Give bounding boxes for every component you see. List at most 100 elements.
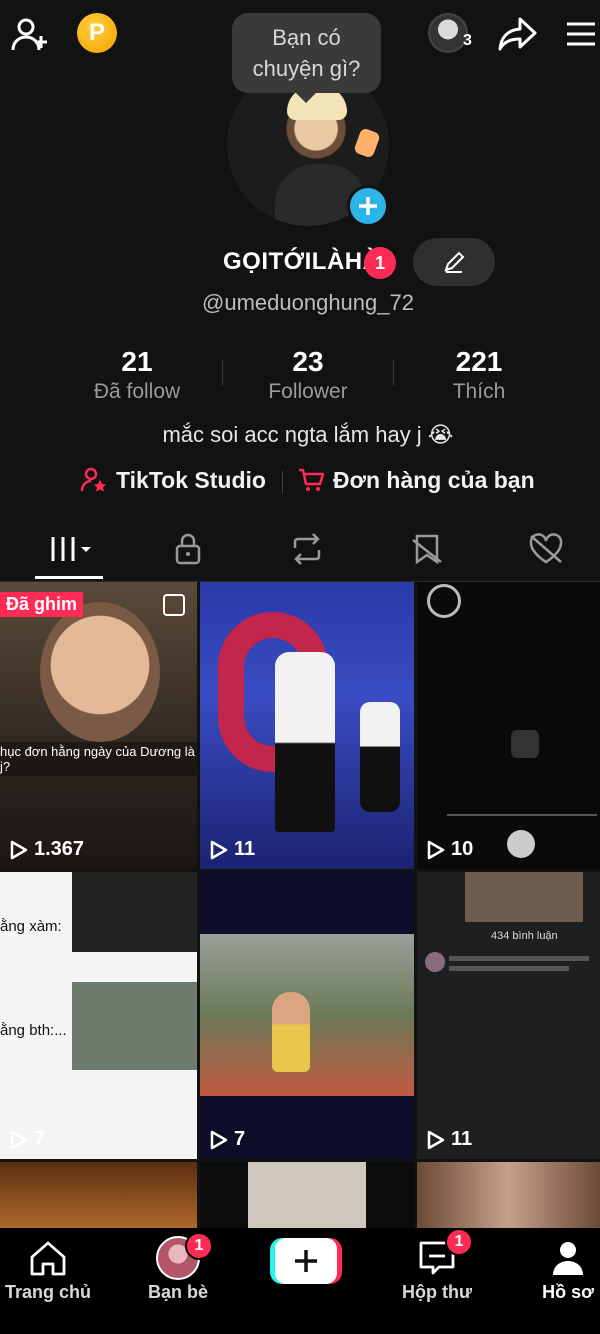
friends-badge: 1 xyxy=(185,1232,213,1260)
view-count: 7 xyxy=(10,1128,45,1151)
system-nav-bar xyxy=(0,1312,600,1334)
video-thumbnail[interactable]: 11 xyxy=(200,582,414,869)
play-icon xyxy=(210,1130,228,1149)
nav-friends[interactable]: Bạn bè 1 xyxy=(118,1228,238,1312)
tab-reposts[interactable] xyxy=(257,520,357,578)
stat-value: 21 xyxy=(121,346,153,377)
nav-inbox[interactable]: Hộp thư 1 xyxy=(377,1228,497,1312)
comment-line xyxy=(449,956,589,961)
comment-line xyxy=(449,966,569,971)
thumbnail-child xyxy=(272,992,310,1072)
display-name: GỌITỚILÀHÀ xyxy=(223,248,381,275)
nav-label: Trang chủ xyxy=(4,1282,91,1302)
tab-saved[interactable] xyxy=(378,520,478,578)
grid-icon xyxy=(51,537,91,561)
add-story-button[interactable] xyxy=(347,185,389,227)
view-count: 11 xyxy=(210,838,255,861)
create-button[interactable] xyxy=(270,1238,342,1284)
menu-icon[interactable] xyxy=(562,14,600,54)
pencil-icon xyxy=(444,251,465,273)
cart-icon xyxy=(299,468,325,491)
username: @umeduonghung_72 xyxy=(202,290,414,315)
share-icon[interactable] xyxy=(496,12,540,56)
stat-likes[interactable]: 221 Thích xyxy=(394,346,564,404)
video-thumbnail[interactable]: Đã ghim hục đơn hằng ngày của Dương là j… xyxy=(0,582,197,869)
video-thumbnail[interactable] xyxy=(200,1162,414,1228)
headphones-icon xyxy=(511,730,539,758)
profile-links: TikTok Studio Đơn hàng của bạn xyxy=(0,464,600,500)
video-thumbnail[interactable] xyxy=(417,1162,600,1228)
view-count: 11 xyxy=(427,1128,472,1151)
name-row: GỌITỚILÀHÀ 1 xyxy=(0,238,600,288)
view-count: 10 xyxy=(427,838,473,861)
video-thumbnail[interactable]: 434 bình luận 11 xyxy=(417,872,600,1159)
multi-photo-icon xyxy=(163,594,185,616)
thumbnail-face xyxy=(40,602,160,742)
pinned-badge: Đã ghim xyxy=(0,592,84,617)
view-count: 7 xyxy=(210,1128,245,1151)
video-thumbnail[interactable]: 10 xyxy=(417,582,600,869)
thumbnail-performer xyxy=(275,652,335,832)
play-icon xyxy=(427,1130,445,1149)
video-thumbnail[interactable]: ằng xàm: ằng bth:... 7 xyxy=(0,872,197,1159)
avatar-stage-light xyxy=(353,127,381,159)
content-tabs xyxy=(0,520,600,582)
orders-label: Đơn hàng của bạn xyxy=(333,466,535,493)
thumbnail-caption: 434 bình luận xyxy=(491,930,558,942)
view-count-value: 7 xyxy=(234,1128,246,1150)
stat-following[interactable]: 21 Đã follow xyxy=(52,346,222,404)
inbox-badge: 1 xyxy=(445,1228,473,1256)
view-count-value: 11 xyxy=(234,838,256,860)
home-icon xyxy=(28,1238,68,1278)
name-notification-badge: 1 xyxy=(364,247,396,279)
tiktok-studio-link[interactable]: TikTok Studio xyxy=(80,466,266,494)
studio-icon xyxy=(80,467,106,492)
edit-profile-button[interactable] xyxy=(413,238,495,286)
video-thumbnail[interactable]: 7 xyxy=(200,872,414,1159)
thumbnail-screenshot-top xyxy=(72,872,197,952)
thumbnail-photo xyxy=(465,872,583,922)
video-thumbnail[interactable] xyxy=(0,1162,197,1228)
status-bubble[interactable]: Bạn có chuyện gì? xyxy=(232,13,381,103)
stat-followers[interactable]: 23 Follower xyxy=(223,346,393,404)
nav-create[interactable] xyxy=(246,1228,366,1312)
progress-track xyxy=(447,814,597,816)
thumbnail-caption: ằng bth:... xyxy=(0,1022,67,1039)
add-user-icon[interactable] xyxy=(8,12,52,56)
video-grid: Đã ghim hục đơn hằng ngày của Dương là j… xyxy=(0,582,600,1228)
music-disc-icon xyxy=(427,584,461,618)
thumbnail-dancer xyxy=(360,702,400,812)
view-count-value: 7 xyxy=(34,1128,46,1150)
studio-label: TikTok Studio xyxy=(116,466,266,493)
play-icon xyxy=(10,840,28,859)
stat-value: 221 xyxy=(455,346,503,377)
view-count: 1.367 xyxy=(10,838,84,861)
tab-private[interactable] xyxy=(138,520,238,578)
coin-icon[interactable]: P xyxy=(77,13,117,53)
thumbnail-caption: hục đơn hằng ngày của Dương là j? xyxy=(0,742,197,776)
nav-label: Bạn bè xyxy=(147,1282,208,1302)
nav-home[interactable]: Trang chủ xyxy=(0,1228,108,1312)
saved-hidden-icon xyxy=(412,534,442,565)
stat-label: Thích xyxy=(452,380,506,403)
tab-liked[interactable] xyxy=(496,520,596,578)
bubble-line-2: chuyện gì? xyxy=(252,56,361,81)
divider xyxy=(282,471,283,493)
comment-avatar xyxy=(425,952,445,972)
music-play-icon xyxy=(507,830,535,858)
play-icon xyxy=(427,840,445,859)
nav-profile[interactable]: Hồ sơ xyxy=(508,1228,600,1312)
profile-icon xyxy=(551,1238,585,1278)
thumbnail-caption: ằng xàm: xyxy=(0,918,62,935)
tab-videos[interactable] xyxy=(25,520,125,578)
nav-label: Hồ sơ xyxy=(542,1282,594,1302)
bottom-nav: Trang chủ Bạn bè 1 Hộp thư 1 Hồ sơ xyxy=(0,1228,600,1312)
thumbnail-photo xyxy=(248,1162,366,1228)
orders-link[interactable]: Đơn hàng của bạn xyxy=(297,466,535,494)
play-icon xyxy=(210,840,228,859)
active-tab-indicator xyxy=(35,576,103,579)
story-avatar[interactable] xyxy=(428,13,468,53)
repost-icon xyxy=(293,533,321,565)
view-count-value: 1.367 xyxy=(34,838,85,860)
stat-label: Follower xyxy=(268,380,348,403)
